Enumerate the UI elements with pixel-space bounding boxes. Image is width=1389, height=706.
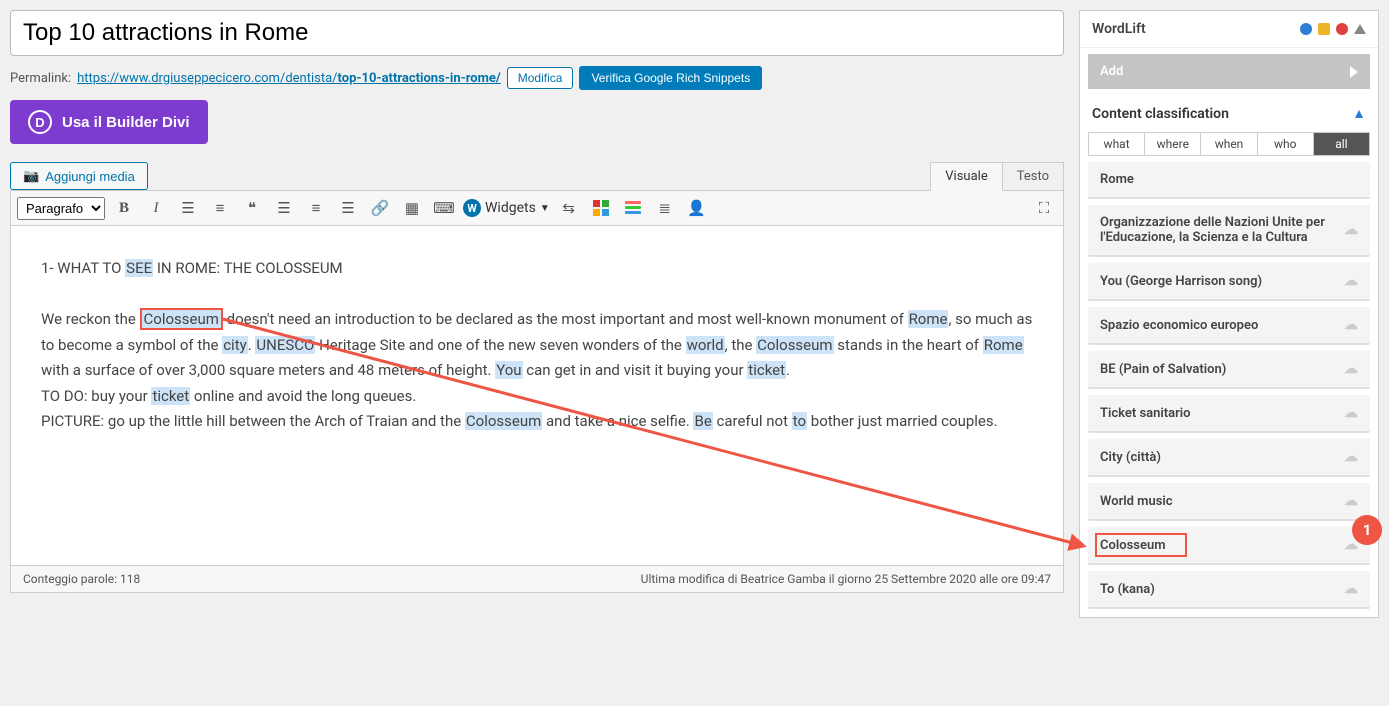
cloud-icon: ☁ [1344, 493, 1358, 509]
italic-icon[interactable]: I [143, 195, 169, 221]
verify-snippets-button[interactable]: Verifica Google Rich Snippets [579, 66, 762, 90]
filter-tab-where[interactable]: where [1145, 133, 1201, 155]
align-left-icon[interactable]: ☰ [271, 195, 297, 221]
filter-tabs: whatwherewhenwhoall [1088, 132, 1370, 156]
cloud-icon: ☁ [1344, 449, 1358, 465]
editor-mode-tabs: Visuale Testo [930, 162, 1064, 190]
entity-list: Rome Organizzazione delle Nazioni Unite p… [1080, 162, 1378, 617]
entity-label: World music [1100, 494, 1336, 509]
cloud-icon: ☁ [1344, 222, 1358, 238]
caret-right-icon [1350, 66, 1358, 78]
add-entity-button[interactable]: Add [1088, 54, 1370, 89]
cloud-icon: ☁ [1344, 317, 1358, 333]
entity-item[interactable]: Ticket sanitario ☁ [1088, 395, 1370, 433]
permalink-link[interactable]: https://www.drgiuseppecicero.com/dentist… [77, 71, 501, 86]
lines-icon[interactable]: ≣ [652, 195, 678, 221]
add-media-button[interactable]: 📷 Aggiungi media [10, 162, 148, 190]
wordlift-status-dots [1300, 23, 1366, 35]
collapse-icon[interactable] [1354, 24, 1366, 34]
keyboard-icon[interactable]: ⌨ [431, 195, 457, 221]
entity-item[interactable]: Spazio economico europeo ☁ [1088, 307, 1370, 345]
format-select[interactable]: Paragrafo [17, 197, 105, 220]
editor-footer: Conteggio parole: 118 Ultima modifica di… [10, 566, 1064, 593]
bold-icon[interactable]: B [111, 195, 137, 221]
entity-label: BE (Pain of Salvation) [1100, 362, 1336, 377]
rows-icon[interactable] [620, 195, 646, 221]
dot-blue-icon [1300, 23, 1312, 35]
entity-item[interactable]: You (George Harrison song) ☁ [1088, 263, 1370, 301]
entity-item[interactable]: City (città) ☁ [1088, 439, 1370, 477]
more-icon[interactable]: ▦ [399, 195, 425, 221]
dot-red-icon [1336, 23, 1348, 35]
cloud-icon: ☁ [1344, 273, 1358, 289]
last-edit-label: Ultima modifica di Beatrice Gamba il gio… [641, 572, 1051, 586]
filter-tab-what[interactable]: what [1089, 133, 1145, 155]
entity-label: Spazio economico europeo [1100, 318, 1336, 333]
wordlift-title: WordLift [1092, 21, 1146, 37]
dot-yellow-icon [1318, 23, 1330, 35]
entity-label: Colosseum [1100, 538, 1336, 553]
divi-icon: D [28, 110, 52, 134]
entity-item[interactable]: Colosseum☁1 [1088, 527, 1370, 565]
align-center-icon[interactable]: ≡ [303, 195, 329, 221]
cloud-icon: ☁ [1344, 405, 1358, 421]
post-title-input[interactable] [10, 10, 1064, 56]
entity-label: You (George Harrison song) [1100, 274, 1336, 289]
quote-icon[interactable]: ❝ [239, 195, 265, 221]
filter-tab-when[interactable]: when [1201, 133, 1257, 155]
entity-label: Rome [1100, 172, 1358, 187]
media-icon: 📷 [23, 168, 39, 184]
align-right-icon[interactable]: ☰ [335, 195, 361, 221]
entity-label: Ticket sanitario [1100, 406, 1336, 421]
entity-item[interactable]: World music ☁ [1088, 483, 1370, 521]
entity-item[interactable]: Organizzazione delle Nazioni Unite per l… [1088, 205, 1370, 257]
bullet-list-icon[interactable]: ☰ [175, 195, 201, 221]
filter-tab-all[interactable]: all [1314, 133, 1369, 155]
entity-item[interactable]: BE (Pain of Salvation) ☁ [1088, 351, 1370, 389]
entity-label: City (città) [1100, 450, 1336, 465]
permalink-row: Permalink: https://www.drgiuseppecicero.… [10, 66, 1064, 90]
cloud-icon: ☁ [1344, 581, 1358, 597]
pixel-grid-icon[interactable] [588, 195, 614, 221]
content-classification-header[interactable]: Content classification ▲ [1080, 95, 1378, 132]
editor-toolbar: Paragrafo B I ☰ ≡ ❝ ☰ ≡ ☰ 🔗 ▦ ⌨ WWidgets… [10, 190, 1064, 226]
tab-visual[interactable]: Visuale [930, 162, 1002, 191]
user-icon[interactable]: 👤 [684, 195, 710, 221]
number-list-icon[interactable]: ≡ [207, 195, 233, 221]
entity-label: To (kana) [1100, 582, 1336, 597]
link-icon[interactable]: 🔗 [367, 195, 393, 221]
indent-icon[interactable]: ⇆ [556, 195, 582, 221]
widgets-button[interactable]: WWidgets▼ [463, 199, 550, 217]
entity-colosseum-highlighted[interactable]: Colosseum [140, 308, 223, 330]
permalink-edit-button[interactable]: Modifica [507, 67, 574, 89]
permalink-label: Permalink: [10, 71, 71, 86]
wordlift-panel: WordLift Add Content classification ▲ wh… [1079, 10, 1379, 618]
tab-text[interactable]: Testo [1003, 162, 1064, 190]
entity-label: Organizzazione delle Nazioni Unite per l… [1100, 215, 1336, 245]
entity-item[interactable]: Rome [1088, 162, 1370, 199]
caret-up-icon: ▲ [1352, 105, 1366, 122]
fullscreen-icon[interactable]: ⛶ [1031, 195, 1057, 221]
entity-item[interactable]: To (kana) ☁ [1088, 571, 1370, 609]
content-editor[interactable]: 1- WHAT TO SEE IN ROME: THE COLOSSEUM We… [10, 226, 1064, 566]
cloud-icon: ☁ [1344, 361, 1358, 377]
annotation-badge: 1 [1352, 515, 1382, 545]
filter-tab-who[interactable]: who [1258, 133, 1314, 155]
divi-builder-button[interactable]: D Usa il Builder Divi [10, 100, 208, 144]
